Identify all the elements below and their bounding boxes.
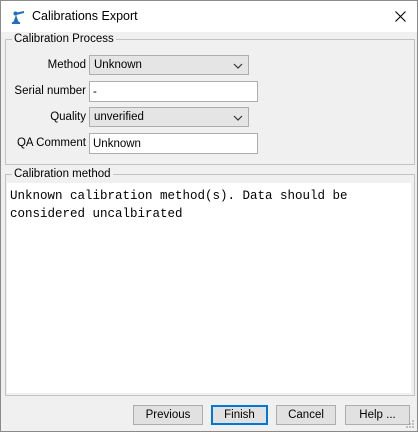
title-bar[interactable]: Calibrations Export: [1, 1, 417, 32]
serial-row: Serial number: [6, 81, 406, 103]
help-button[interactable]: Help ...: [345, 405, 410, 425]
calibration-process-group: Calibration Process Method Unknown Seria…: [5, 32, 415, 165]
quality-select-value: unverified: [94, 111, 144, 123]
qa-comment-label: QA Comment: [16, 137, 86, 149]
method-select-value: Unknown: [94, 59, 142, 71]
window-title: Calibrations Export: [32, 9, 138, 23]
cancel-button[interactable]: Cancel: [276, 405, 336, 425]
close-icon[interactable]: [383, 1, 417, 32]
group-legend: Calibration Process: [12, 32, 116, 46]
quality-select[interactable]: unverified: [89, 107, 249, 127]
serial-number-field[interactable]: [89, 81, 258, 102]
method-row: Method Unknown: [6, 55, 406, 77]
chevron-down-icon: [233, 63, 243, 69]
previous-button[interactable]: Previous: [133, 405, 203, 425]
quality-row: Quality unverified: [6, 107, 406, 129]
calibration-method-text[interactable]: Unknown calibration method(s). Data shou…: [7, 183, 411, 393]
calibration-method-group: Calibration method Unknown calibration m…: [5, 167, 415, 396]
finish-button[interactable]: Finish: [211, 405, 268, 425]
serial-number-label: Serial number: [14, 85, 86, 97]
qa-comment-field[interactable]: [89, 133, 258, 154]
crane-app-icon: [10, 9, 26, 25]
method-label: Method: [47, 59, 86, 71]
resize-grip-icon[interactable]: [405, 419, 415, 429]
group-legend: Calibration method: [12, 167, 113, 181]
quality-label: Quality: [50, 111, 86, 123]
calibrations-export-dialog: Calibrations Export Calibration Process …: [0, 0, 418, 432]
chevron-down-icon: [233, 115, 243, 121]
qa-comment-row: QA Comment: [6, 133, 406, 155]
method-select[interactable]: Unknown: [89, 55, 249, 75]
